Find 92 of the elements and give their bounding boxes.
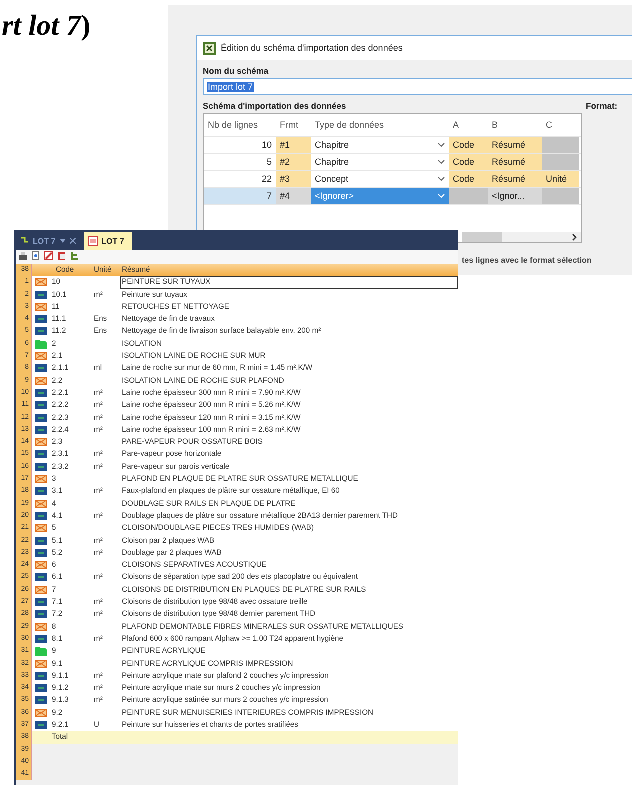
block-icon xyxy=(35,487,47,496)
document-tab[interactable]: LOT 7 xyxy=(84,232,132,250)
folder-icon xyxy=(35,340,47,349)
envelope-icon xyxy=(35,438,47,446)
document-icon xyxy=(88,236,98,246)
table-cell: Code xyxy=(449,137,488,153)
column-header: Type de données xyxy=(314,119,386,132)
document-tab[interactable]: LOT 7 xyxy=(16,232,84,250)
branch-icon[interactable] xyxy=(70,251,80,261)
dialog-title: Édition du schéma d'importation des données xyxy=(221,43,403,53)
table-cell: Code xyxy=(449,171,488,187)
folder-icon xyxy=(35,647,47,656)
block-icon xyxy=(35,450,47,458)
block-icon xyxy=(35,573,47,582)
dropdown-icon[interactable] xyxy=(60,239,66,243)
table-cell: #2 xyxy=(276,154,311,170)
caret-icon xyxy=(438,177,445,181)
chevron-right-icon[interactable] xyxy=(572,234,577,240)
type-dropdown[interactable]: Chapitre xyxy=(311,154,449,170)
type-dropdown[interactable]: Chapitre xyxy=(311,137,449,153)
column-header: C xyxy=(545,119,554,132)
block-icon xyxy=(35,598,47,606)
column-header: Frmt xyxy=(279,119,300,132)
caret-icon xyxy=(438,160,445,164)
table-cell xyxy=(449,188,488,204)
envelope-icon xyxy=(35,586,47,594)
block-icon xyxy=(35,364,47,372)
column-header: B xyxy=(491,119,500,132)
envelope-icon xyxy=(35,524,47,532)
parenthesis-text: ) xyxy=(80,10,91,42)
block-icon xyxy=(35,684,47,692)
envelope-icon xyxy=(35,475,47,484)
block-icon xyxy=(35,290,47,299)
schema-name-field[interactable]: Import lot 7 xyxy=(203,78,632,95)
table-cell: 7 xyxy=(204,188,276,204)
block-icon xyxy=(35,536,47,545)
horizontal-scrollbar[interactable] xyxy=(462,232,581,242)
envelope-icon xyxy=(35,561,47,570)
format-note: tes lignes avec le format sélection xyxy=(462,256,592,265)
page-icon[interactable] xyxy=(31,251,41,261)
envelope-icon xyxy=(35,302,47,311)
caret-icon xyxy=(438,194,445,198)
table-cell: Résumé xyxy=(488,171,542,187)
table-cell: Résumé xyxy=(488,137,542,153)
block-icon xyxy=(35,426,47,434)
envelope-icon xyxy=(35,376,47,385)
edit-icon[interactable] xyxy=(44,251,54,261)
table-cell: #3 xyxy=(276,171,311,187)
type-dropdown[interactable]: Concept xyxy=(311,171,449,187)
caret-icon xyxy=(438,143,445,147)
table-cell xyxy=(542,137,579,153)
printer-icon[interactable] xyxy=(18,251,28,261)
table-cell xyxy=(542,154,579,170)
envelope-icon xyxy=(35,660,47,668)
block-icon xyxy=(35,720,47,729)
envelope-icon xyxy=(35,622,47,631)
schema-label: Schéma d'importation des données xyxy=(202,100,348,111)
block-icon xyxy=(35,401,47,410)
export-icon[interactable] xyxy=(57,251,67,261)
table-cell: Unité xyxy=(542,171,579,187)
block-icon xyxy=(35,462,47,471)
block-icon xyxy=(35,610,47,618)
block-icon xyxy=(35,512,47,520)
table-cell: <Ignor... xyxy=(488,188,542,204)
envelope-icon xyxy=(35,708,47,717)
envelope-icon xyxy=(35,500,47,508)
column-header: A xyxy=(452,119,460,132)
column-header: Nb de lignes xyxy=(207,119,260,132)
block-icon xyxy=(35,696,47,704)
tree-icon xyxy=(20,236,29,246)
block-icon xyxy=(35,327,47,336)
table-cell-text: 5 xyxy=(266,156,273,169)
table-cell: #4 xyxy=(276,188,311,204)
spreadsheet-icon xyxy=(203,42,216,54)
block-icon xyxy=(35,634,47,643)
table-cell-text: 10 xyxy=(260,139,273,152)
table-cell xyxy=(542,188,579,204)
block-icon xyxy=(35,315,47,324)
block-icon xyxy=(35,548,47,557)
heading-text: rt lot 7 xyxy=(2,10,81,42)
envelope-icon xyxy=(35,352,47,360)
close-icon[interactable] xyxy=(70,238,76,244)
table-cell-text: 22 xyxy=(260,173,273,186)
envelope-icon xyxy=(35,278,47,286)
table-cell: Code xyxy=(449,154,488,170)
block-icon xyxy=(35,414,47,422)
block-icon xyxy=(35,672,47,680)
table-cell: Résumé xyxy=(488,154,542,170)
format-label: Format: xyxy=(585,100,619,111)
block-icon xyxy=(35,388,47,397)
table-cell: #1 xyxy=(276,137,311,153)
schema-name-label: Nom du schéma xyxy=(202,65,270,76)
